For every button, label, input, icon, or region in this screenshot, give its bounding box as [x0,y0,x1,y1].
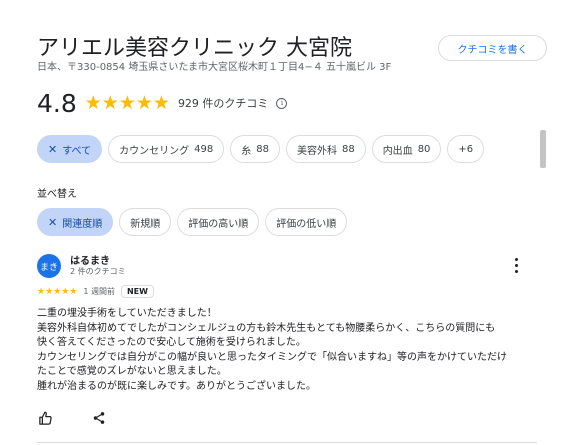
more-vert-icon[interactable] [511,256,521,274]
review-stars: ★★★★★ [37,286,78,297]
thumb-up-icon[interactable] [37,410,53,426]
new-badge: NEW [120,285,154,298]
rating-summary: 4.8 ★★★★★ 929 件のクチコミ i [37,88,288,118]
chip-count: 498 [194,143,214,155]
review-divider [37,442,537,443]
review-line: 快く答えてくださったので安心して施術を受けられました。 [37,337,306,348]
sort-label: 並べ替え [37,189,77,200]
chip-all[interactable]: ✕ すべて [37,135,103,163]
chip-more[interactable]: +6 [447,135,485,163]
sort-chips: ✕ 関連度順 新規順 評価の高い順 評価の低い順 [37,208,348,236]
close-icon: ✕ [48,215,58,229]
review-author-count: 2 件のクチコミ [70,267,126,276]
review-line: カウンセリングでは自分がこの幅が良いと思ったタイミングで「似合いますね」等の声を… [37,351,507,363]
place-address: 日本、〒330-0854 埼玉県さいたま市大宮区桜木町１丁目4−４ 五十嵐ビル … [37,62,392,73]
rating-value: 4.8 [37,88,77,118]
review-line: 腫れが治まるのが既に楽しみです。ありがとうございました。 [37,380,316,392]
avatar[interactable]: まき [37,254,61,278]
chip-label: 新規順 [130,218,161,230]
review-body: 二重の埋没手術をしていただきました！ 美容外科自体初めてでしたがコンシェルジュの… [37,307,537,394]
review-author[interactable]: はるまき [70,252,110,267]
chip-label: 糸 [241,145,252,157]
chip-bruising[interactable]: 内出血 80 [371,135,442,163]
info-icon[interactable]: i [276,97,288,109]
review-line: たことで感覚のズレがないと思えました。 [37,366,227,377]
chip-count: 88 [341,143,355,155]
review-line: 二重の埋没手術をしていただきました！ [37,308,217,319]
chip-label: カウンセリング [119,145,190,157]
sort-highest[interactable]: 評価の高い順 [177,208,260,236]
chip-label: +6 [458,143,474,155]
rating-stars: ★★★★★ [84,92,170,114]
review-meta: ★★★★★ 1 週間前 NEW [37,285,154,298]
topic-filter-chips: ✕ すべて カウンセリング 498 糸 88 美容外科 88 内出血 80 +6 [37,135,485,163]
sort-relevance[interactable]: ✕ 関連度順 [37,208,114,236]
chip-label: 評価の高い順 [188,218,249,230]
sort-lowest[interactable]: 評価の低い順 [265,208,348,236]
write-review-button[interactable]: クチコミを書く [438,35,547,61]
chip-thread[interactable]: 糸 88 [230,135,280,163]
chip-count: 80 [417,143,431,155]
sort-newest[interactable]: 新規順 [119,208,172,236]
chip-scrollbar[interactable] [540,130,546,168]
chip-label: 評価の低い順 [276,218,337,230]
review-date: 1 週間前 [83,287,115,296]
chip-label: 美容外科 [296,145,337,157]
share-icon[interactable] [91,410,107,426]
review-count: 929 件のクチコミ [177,97,269,110]
chip-count: 88 [256,143,269,155]
review-line: 美容外科自体初めてでしたがコンシェルジュの方も鈴木先生もとても物腰柔らかく、こち… [37,322,496,334]
chip-counseling[interactable]: カウンセリング 498 [108,135,225,163]
chip-label: すべて [62,145,92,157]
chip-label: 関連度順 [62,218,103,230]
chip-cosmetic-surgery[interactable]: 美容外科 88 [285,135,366,163]
review-actions [37,410,107,426]
close-icon: ✕ [48,142,58,156]
chip-label: 内出血 [382,145,413,157]
